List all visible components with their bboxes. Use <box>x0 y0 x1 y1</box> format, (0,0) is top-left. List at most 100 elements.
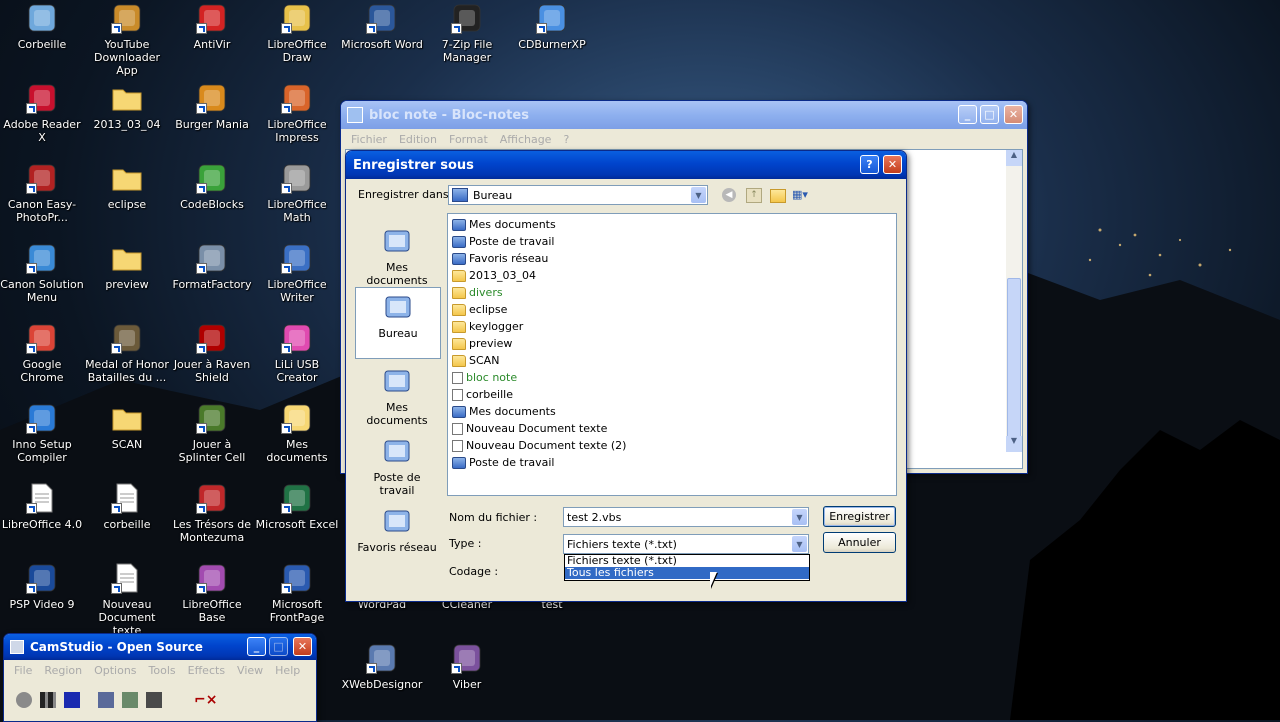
file-list-item[interactable]: bloc note <box>452 369 517 386</box>
desktop-icon-libreoffice-writer[interactable]: LibreOffice Writer <box>255 242 339 304</box>
file-list-item[interactable]: preview <box>452 335 512 352</box>
desktop-icon-libreoffice-impress[interactable]: LibreOffice Impress <box>255 82 339 144</box>
desktop-icon-lili[interactable]: LiLi USB Creator <box>255 322 339 384</box>
file-list-item[interactable]: Mes documents <box>452 403 556 420</box>
record-icon[interactable] <box>16 692 32 708</box>
desktop-icon-montezuma[interactable]: Les Trésors de Montezuma <box>170 482 254 544</box>
desktop-icon-text-file[interactable]: Nouveau Document texte <box>85 562 169 637</box>
desktop-icon-formatfactory[interactable]: FormatFactory <box>170 242 254 291</box>
desktop-icon-libreoffice[interactable]: LibreOffice 4.0 <box>0 482 84 531</box>
notepad-scrollbar[interactable]: ▲ ▼ <box>1006 150 1022 452</box>
desktop-icon-codeblocks[interactable]: CodeBlocks <box>170 162 254 211</box>
dialog-close-button[interactable]: ✕ <box>883 155 902 174</box>
type-select[interactable]: Fichiers texte (*.txt) ▼ <box>563 534 809 554</box>
desktop-icon-7zip[interactable]: 7-Zip File Manager <box>425 2 509 64</box>
file-list-item[interactable]: divers <box>452 284 503 301</box>
maximize-button[interactable]: □ <box>269 637 288 656</box>
desktop-icon-splinter-cell[interactable]: Jouer à Splinter Cell <box>170 402 254 464</box>
pause-icon[interactable] <box>40 692 56 708</box>
annotation-icon[interactable]: ⌐× <box>194 692 217 708</box>
desktop-icon-my-documents[interactable]: Mes documents <box>255 402 339 464</box>
scroll-up-icon[interactable]: ▲ <box>1006 150 1022 166</box>
desktop-icon-text-file[interactable]: corbeille <box>85 482 169 531</box>
file-list-item[interactable]: Nouveau Document texte (2) <box>452 437 626 454</box>
desktop-icon-word[interactable]: Microsoft Word <box>340 2 424 51</box>
chevron-down-icon[interactable]: ▼ <box>792 536 807 552</box>
stop-icon[interactable] <box>64 692 80 708</box>
desktop-icon-xwebdesignor[interactable]: XWebDesignor <box>340 642 424 691</box>
desktop-icon-inno-setup[interactable]: Inno Setup Compiler <box>0 402 84 464</box>
new-folder-icon[interactable] <box>770 189 786 203</box>
desktop-icon-psp-video[interactable]: PSP Video 9 <box>0 562 84 611</box>
camstudio-menu-1[interactable]: Region <box>38 664 88 677</box>
place-my-documents[interactable]: Mes documents <box>355 362 439 428</box>
file-list-item[interactable]: keylogger <box>452 318 523 335</box>
camstudio-window[interactable]: CamStudio - Open Source _ □ ✕ File Region… <box>3 633 317 722</box>
save-button[interactable]: Enregistrer <box>823 506 896 527</box>
notepad-titlebar[interactable]: bloc note - Bloc-notes _ □ ✕ <box>341 101 1027 129</box>
notepad-menu-0[interactable]: Fichier <box>345 133 393 146</box>
desktop-icon-chrome[interactable]: Google Chrome <box>0 322 84 384</box>
desktop-icon-excel[interactable]: Microsoft Excel <box>255 482 339 531</box>
desktop-icon-libreoffice-base[interactable]: LibreOffice Base <box>170 562 254 624</box>
minimize-button[interactable]: _ <box>958 105 977 124</box>
file-list-item[interactable]: Favoris réseau <box>452 250 548 267</box>
desktop-icon-viber[interactable]: Viber <box>425 642 509 691</box>
place-network-places[interactable]: Favoris réseau <box>355 502 439 568</box>
up-folder-icon[interactable]: ↑ <box>746 188 762 203</box>
file-list-item[interactable]: Poste de travail <box>452 233 554 250</box>
chevron-down-icon[interactable]: ▼ <box>792 509 807 525</box>
desktop-icon-folder[interactable]: SCAN <box>85 402 169 451</box>
close-button[interactable]: ✕ <box>293 637 312 656</box>
minimize-button[interactable]: _ <box>247 637 266 656</box>
scroll-thumb[interactable] <box>1007 278 1021 440</box>
notepad-menu-3[interactable]: Affichage <box>494 133 558 146</box>
desktop-icon-burger[interactable]: Burger Mania <box>170 82 254 131</box>
camstudio-titlebar[interactable]: CamStudio - Open Source _ □ ✕ <box>4 634 316 660</box>
place-my-computer[interactable]: Poste de travail <box>355 432 439 498</box>
maximize-button[interactable]: □ <box>980 105 999 124</box>
desktop-icon-medal-of-honor[interactable]: Medal of Honor Batailles du ... <box>85 322 169 384</box>
desktop-icon-adobe-reader[interactable]: Adobe Reader X <box>0 82 84 144</box>
camstudio-menu-2[interactable]: Options <box>88 664 142 677</box>
desktop-icon-youtube-downloader[interactable]: YouTube Downloader App <box>85 2 169 77</box>
desktop-icon-canon-photo[interactable]: Canon Easy-PhotoPr... <box>0 162 84 224</box>
dialog-titlebar[interactable]: Enregistrer sous ? ✕ <box>346 151 906 179</box>
help-button[interactable]: ? <box>860 155 879 174</box>
chevron-down-icon[interactable]: ▼ <box>691 187 706 203</box>
desktop-icon-raven-shield[interactable]: Jouer à Raven Shield <box>170 322 254 384</box>
desktop-icon-cdburner[interactable]: CDBurnerXP <box>510 2 594 51</box>
swf-icon[interactable] <box>146 692 162 708</box>
type-option-all[interactable]: Tous les fichiers <box>565 567 809 579</box>
filename-input[interactable]: test 2.vbs ▼ <box>563 507 809 527</box>
desktop-icon-antivir[interactable]: AntiVir <box>170 2 254 51</box>
view-menu-icon[interactable]: ▦▾ <box>792 188 816 202</box>
file-list-item[interactable]: Poste de travail <box>452 454 554 471</box>
scroll-down-icon[interactable]: ▼ <box>1006 436 1022 452</box>
notepad-menu-4[interactable]: ? <box>557 133 575 146</box>
camstudio-menu-0[interactable]: File <box>8 664 38 677</box>
file-list-item[interactable]: corbeille <box>452 386 513 403</box>
desktop-icon-folder[interactable]: 2013_03_04 <box>85 82 169 131</box>
file-list-item[interactable]: Nouveau Document texte <box>452 420 607 437</box>
cancel-button[interactable]: Annuler <box>823 532 896 553</box>
desktop-icon-frontpage[interactable]: Microsoft FrontPage <box>255 562 339 624</box>
desktop-icon-folder[interactable]: eclipse <box>85 162 169 211</box>
desktop-icon-libreoffice-math[interactable]: LibreOffice Math <box>255 162 339 224</box>
options-icon[interactable] <box>122 692 138 708</box>
file-list-item[interactable]: SCAN <box>452 352 499 369</box>
file-list-item[interactable]: 2013_03_04 <box>452 267 536 284</box>
file-list-item[interactable]: eclipse <box>452 301 507 318</box>
camstudio-menu-4[interactable]: Effects <box>182 664 231 677</box>
file-list-item[interactable]: Mes documents <box>452 216 556 233</box>
camstudio-menu-3[interactable]: Tools <box>143 664 182 677</box>
save-in-combo[interactable]: Bureau ▼ <box>448 185 708 205</box>
place-desktop[interactable]: Bureau <box>355 287 441 359</box>
desktop-icon-libreoffice-draw[interactable]: LibreOffice Draw <box>255 2 339 64</box>
desktop-icon-folder[interactable]: preview <box>85 242 169 291</box>
desktop-icon-canon-solution[interactable]: Canon Solution Menu <box>0 242 84 304</box>
camstudio-menu-6[interactable]: Help <box>269 664 306 677</box>
region-icon[interactable] <box>98 692 114 708</box>
file-list[interactable]: Mes documents Poste de travail Favoris rés… <box>447 213 897 496</box>
back-icon[interactable]: ◀ <box>722 188 736 202</box>
